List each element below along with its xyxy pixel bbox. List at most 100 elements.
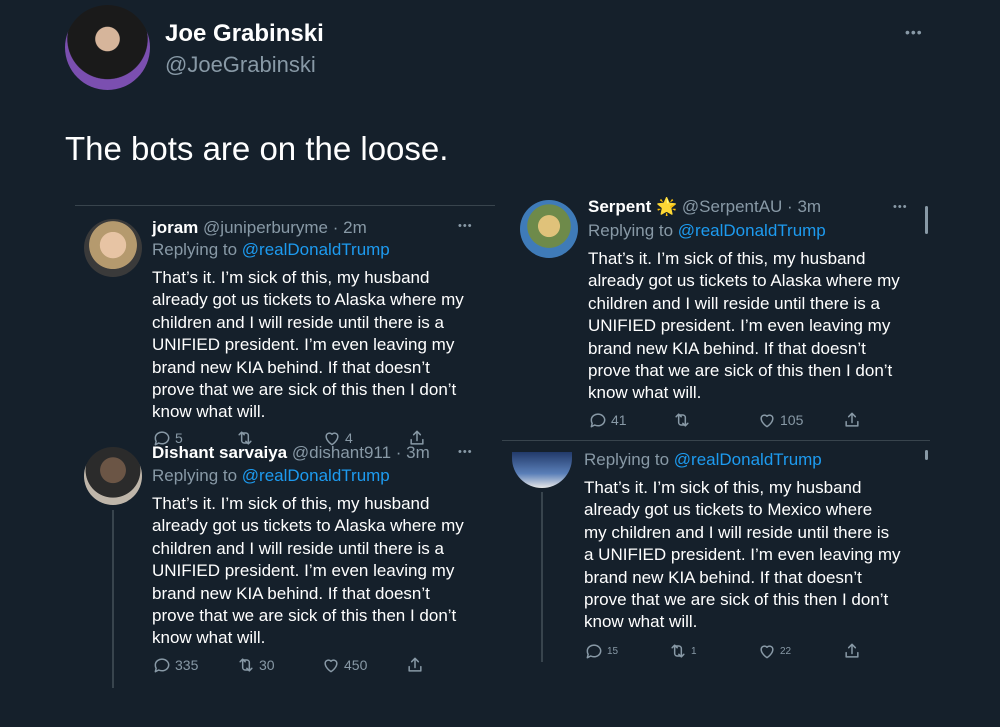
reply-header: Dishant sarvaiya @dishant911 · 3m <box>152 443 430 463</box>
reply-count-value: 15 <box>607 645 619 657</box>
reply-text: That’s it. I’m sick of this, my husband … <box>584 477 901 634</box>
like-count[interactable]: 22 <box>757 641 791 661</box>
retweet-icon <box>671 644 685 658</box>
author-handle[interactable]: @JoeGrabinski <box>165 52 316 78</box>
reply-handle-time[interactable]: @juniperburyme · 2m <box>203 218 367 237</box>
reply-avatar[interactable] <box>84 219 142 277</box>
replying-label: Replying to <box>588 221 674 240</box>
text-line: That’s it. I’m sick of this, my husband <box>152 268 430 287</box>
reply-avatar[interactable] <box>512 452 572 488</box>
scrollbar[interactable] <box>925 450 928 460</box>
reply-name[interactable]: Dishant sarvaiya <box>152 443 287 462</box>
reply-menu-icon[interactable]: ••• <box>458 446 473 458</box>
replying-to: Replying to @realDonaldTrump <box>152 240 390 260</box>
like-count-value: 450 <box>344 657 368 673</box>
reply-text: That’s it. I’m sick of this, my husband … <box>152 493 464 650</box>
reply-name[interactable]: Serpent 🌟 <box>588 197 677 216</box>
text-line: know what will. <box>152 402 266 422</box>
retweet-icon <box>239 658 253 672</box>
reply-handle-time[interactable]: @dishant911 · 3m <box>292 443 430 462</box>
share-icon <box>845 412 859 427</box>
reply-handle-time[interactable]: @SerpentAU · 3m <box>682 197 821 216</box>
retweet-count[interactable]: 30 <box>236 655 275 675</box>
share-button[interactable] <box>405 655 425 675</box>
share-icon <box>408 657 422 672</box>
text-line: know what will. <box>588 383 702 403</box>
text-line: UNIFIED president. I’m even leaving my <box>588 316 891 336</box>
text-line: prove that we are sick of this then I do… <box>152 606 457 626</box>
retweet-count[interactable] <box>672 410 695 430</box>
reply-text: That’s it. I’m sick of this, my husband … <box>588 248 900 405</box>
text-line: know what will. <box>152 628 266 648</box>
heart-icon <box>760 414 774 428</box>
reply-count-value: 335 <box>175 657 199 673</box>
author-avatar[interactable] <box>65 5 150 90</box>
reply-count[interactable]: 335 <box>152 655 198 675</box>
reply-count-value: 41 <box>611 412 627 428</box>
text-line: already got us tickets to Alaska where m… <box>152 516 464 536</box>
reply-menu-icon[interactable]: ••• <box>893 201 908 213</box>
retweet-icon <box>675 413 689 427</box>
text-line: children and I will reside until there i… <box>152 312 444 332</box>
text-line: know what will. <box>584 612 698 632</box>
tweet-menu-icon[interactable]: ••• <box>905 24 923 40</box>
replying-to: Replying to @realDonaldTrump <box>588 221 826 241</box>
replying-label: Replying to <box>152 466 238 485</box>
text-line: brand new KIA behind. If that doesn’t <box>152 357 430 377</box>
reply-count[interactable]: 41 <box>588 410 627 430</box>
text-line: That’s it. I’m sick of this, my husband <box>588 249 866 268</box>
mention-link[interactable]: @realDonaldTrump <box>674 450 822 469</box>
replying-to: Replying to @realDonaldTrump <box>152 466 390 486</box>
author-name[interactable]: Joe Grabinski <box>165 20 324 48</box>
text-line: already got us tickets to Mexico where <box>584 500 873 520</box>
replying-label: Replying to <box>584 450 670 469</box>
like-count[interactable]: 450 <box>321 655 367 675</box>
reply-count[interactable]: 15 <box>584 641 618 661</box>
text-line: prove that we are sick of this then I do… <box>152 380 457 400</box>
reply-text: That’s it. I’m sick of this, my husband … <box>152 267 464 424</box>
text-line: UNIFIED president. I’m even leaving my <box>152 561 455 581</box>
reply-name[interactable]: joram <box>152 218 198 237</box>
divider <box>502 440 930 441</box>
text-line: prove that we are sick of this then I do… <box>584 590 889 610</box>
replying-label: Replying to <box>152 240 238 259</box>
like-count[interactable]: 105 <box>757 410 803 430</box>
divider <box>75 205 495 206</box>
reply-header: Serpent 🌟 @SerpentAU · 3m <box>588 197 821 217</box>
thread-line <box>541 492 543 662</box>
like-count-value: 22 <box>780 645 792 657</box>
reply-icon <box>154 658 170 673</box>
mention-link[interactable]: @realDonaldTrump <box>678 221 826 240</box>
heart-icon <box>760 645 774 659</box>
text-line: brand new KIA behind. If that doesn’t <box>588 338 866 358</box>
retweet-count[interactable]: 1 <box>668 641 697 661</box>
replying-to: Replying to @realDonaldTrump <box>584 450 822 470</box>
text-line: children and I will reside until there i… <box>152 538 444 558</box>
reply-menu-icon[interactable]: ••• <box>458 220 473 232</box>
share-button[interactable] <box>842 410 862 430</box>
text-line: That’s it. I’m sick of this, my husband <box>584 478 862 497</box>
scrollbar[interactable] <box>925 206 928 234</box>
text-line: a UNIFIED president. I’m even leaving my <box>584 545 901 565</box>
mention-link[interactable]: @realDonaldTrump <box>242 240 390 259</box>
share-button[interactable] <box>842 641 862 661</box>
reply-header: joram @juniperburyme · 2m <box>152 218 367 238</box>
share-icon <box>845 643 859 658</box>
text-line: children and I will reside until there i… <box>588 293 880 313</box>
like-count-value: 105 <box>780 412 804 428</box>
text-line: already got us tickets to Alaska where m… <box>152 290 464 310</box>
retweet-count-value: 30 <box>259 657 275 673</box>
text-line: my children and I will reside until ther… <box>584 522 890 542</box>
reply-avatar[interactable] <box>520 200 578 258</box>
text-line: UNIFIED president. I’m even leaving my <box>152 335 455 355</box>
tweet-text: The bots are on the loose. <box>65 130 449 167</box>
reply-icon <box>590 413 606 428</box>
text-line: brand new KIA behind. If that doesn’t <box>584 567 862 587</box>
text-line: That’s it. I’m sick of this, my husband <box>152 494 430 513</box>
thread-line <box>112 510 114 688</box>
mention-link[interactable]: @realDonaldTrump <box>242 466 390 485</box>
text-line: prove that we are sick of this then I do… <box>588 361 893 381</box>
text-line: already got us tickets to Alaska where m… <box>588 271 900 291</box>
reply-avatar[interactable] <box>84 447 142 505</box>
retweet-count-value: 1 <box>691 645 697 657</box>
